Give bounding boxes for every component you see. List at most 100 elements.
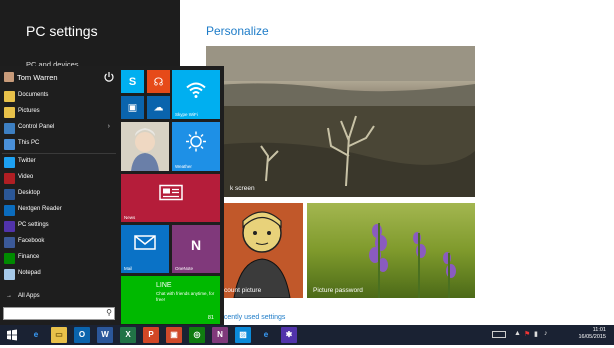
start-item-notepad[interactable]: Notepad <box>0 267 118 282</box>
xbox-icon[interactable]: ◎ <box>189 327 205 343</box>
lock-screen-tile[interactable]: k screen <box>206 46 475 197</box>
photos-icon[interactable]: ▨ <box>235 327 251 343</box>
ie-icon-glyph: e <box>33 330 39 339</box>
start-item-this-pc[interactable]: This PC <box>0 137 118 152</box>
taskbar: e ▭ O W X P ▣ ◎ N ▨ e ✱ ▲ ⚑ ▮ ♪ 11:01 16/05/2015 <box>0 325 614 345</box>
start-item-label: Documents <box>18 92 49 98</box>
mail-tile[interactable]: Mail <box>121 225 169 273</box>
picture-password-label: Picture password <box>313 287 363 294</box>
notepad-icon <box>4 269 15 280</box>
start-item-control-panel[interactable]: Control Panel › <box>0 121 118 136</box>
wifi-icon <box>185 81 207 104</box>
file-explorer-icon-glyph: ▭ <box>55 330 63 339</box>
start-item-facebook[interactable]: Facebook <box>0 235 118 250</box>
desktop-icon <box>4 189 15 200</box>
windows-logo-icon <box>7 329 17 341</box>
start-item-video[interactable]: Video <box>0 171 118 186</box>
line-tile[interactable]: LINE Chat with friends anytime, for free… <box>121 276 220 324</box>
start-item-desktop[interactable]: Desktop <box>0 187 118 202</box>
onenote-icon: N <box>190 237 202 254</box>
start-item-documents[interactable]: Documents <box>0 89 118 104</box>
account-picture-label: count picture <box>224 287 262 294</box>
network-icon[interactable]: ▮ <box>534 330 538 338</box>
store-tile[interactable]: ▣ <box>121 96 144 119</box>
lock-screen-label: k screen <box>230 185 255 192</box>
start-item-label: Pictures <box>18 108 40 114</box>
control-panel-icon <box>4 123 15 134</box>
flag-icon[interactable]: ⚑ <box>524 330 530 338</box>
skype-tile[interactable]: S <box>121 70 144 93</box>
store-icon: ▣ <box>127 102 138 113</box>
onenote-tile[interactable]: N OneNote <box>172 225 220 273</box>
line-badge: 81 <box>207 315 214 321</box>
weather-tile[interactable]: Weather <box>172 122 220 171</box>
file-explorer-icon[interactable]: ▭ <box>51 327 67 343</box>
cloud-icon: ☁ <box>153 102 164 113</box>
excel-icon[interactable]: X <box>120 327 136 343</box>
people-photo <box>121 122 169 171</box>
start-item-label: This PC <box>18 140 40 146</box>
recently-used-settings-link[interactable]: ecently used settings <box>220 314 285 321</box>
outlook-icon[interactable]: O <box>74 327 90 343</box>
video-icon <box>4 173 15 184</box>
clock-time: 11:01 <box>592 327 606 333</box>
skype-icon: S <box>128 75 137 88</box>
search-input[interactable]: ⚲ <box>3 307 115 320</box>
ie-icon[interactable]: e <box>28 327 44 343</box>
line-text: Chat with friends anytime, for free! <box>156 291 215 302</box>
people-tile[interactable] <box>121 122 169 171</box>
word-icon-glyph: W <box>101 330 109 339</box>
picture-password-image <box>369 223 456 298</box>
all-apps-button[interactable]: → All Apps <box>0 292 118 304</box>
start-item-label: Video <box>18 174 34 180</box>
picture-password-tile[interactable]: Picture password <box>307 203 475 298</box>
music-tile[interactable]: ☊ <box>147 70 170 93</box>
news-label: News <box>124 215 136 220</box>
news-tile[interactable]: News <box>121 174 220 222</box>
clock[interactable]: 11:01 16/05/2015 <box>578 327 606 341</box>
power-icon[interactable] <box>103 70 115 82</box>
start-item-label: Nextgen Reader <box>18 206 62 212</box>
start-item-label: Finance <box>18 254 40 260</box>
computer-icon <box>4 139 15 150</box>
store-icon-glyph: ▣ <box>170 330 178 339</box>
avatar <box>4 72 14 82</box>
headphones-icon: ☊ <box>153 76 164 88</box>
word-icon[interactable]: W <box>97 327 113 343</box>
start-item-finance[interactable]: Finance <box>0 251 118 266</box>
finance-icon <box>4 253 15 264</box>
ie-icon-2-glyph: e <box>263 330 269 339</box>
all-apps-label: All Apps <box>18 293 40 299</box>
reader-icon <box>4 205 15 216</box>
onenote-label: OneNote <box>175 266 194 271</box>
onenote-icon[interactable]: N <box>212 327 228 343</box>
powerpoint-icon[interactable]: P <box>143 327 159 343</box>
skype-wifi-tile[interactable]: Skype WiFi <box>172 70 220 119</box>
start-item-twitter[interactable]: Twitter <box>0 155 118 170</box>
start-item-nextgen-reader[interactable]: Nextgen Reader <box>0 203 118 218</box>
mail-icon <box>134 235 156 255</box>
pictures-icon <box>4 107 15 118</box>
account-picture-tile[interactable]: count picture <box>220 203 303 298</box>
xbox-icon-glyph: ◎ <box>193 330 201 339</box>
volume-icon[interactable]: ♪ <box>544 330 548 337</box>
photos-icon-glyph: ▨ <box>239 330 247 339</box>
up-arrow-icon[interactable]: ▲ <box>514 330 521 337</box>
start-item-pictures[interactable]: Pictures <box>0 105 118 120</box>
facebook-icon <box>4 237 15 248</box>
lock-screen-image <box>206 46 475 197</box>
settings-icon[interactable]: ✱ <box>281 327 297 343</box>
start-item-label: Facebook <box>18 238 45 244</box>
keyboard-icon[interactable] <box>492 331 506 338</box>
page-title: Personalize <box>206 24 269 38</box>
account-picture-image <box>220 203 303 298</box>
store-icon[interactable]: ▣ <box>166 327 182 343</box>
personalize-pane: Personalize k screen count picture Pictu… <box>180 0 614 325</box>
folder-icon <box>4 91 15 102</box>
excel-icon-glyph: X <box>125 330 131 339</box>
start-item-pc-settings[interactable]: PC settings <box>0 219 118 234</box>
ie-icon-2[interactable]: e <box>258 327 274 343</box>
start-button[interactable] <box>4 327 20 343</box>
weather-label: Weather <box>175 164 192 169</box>
onedrive-tile[interactable]: ☁ <box>147 96 170 119</box>
